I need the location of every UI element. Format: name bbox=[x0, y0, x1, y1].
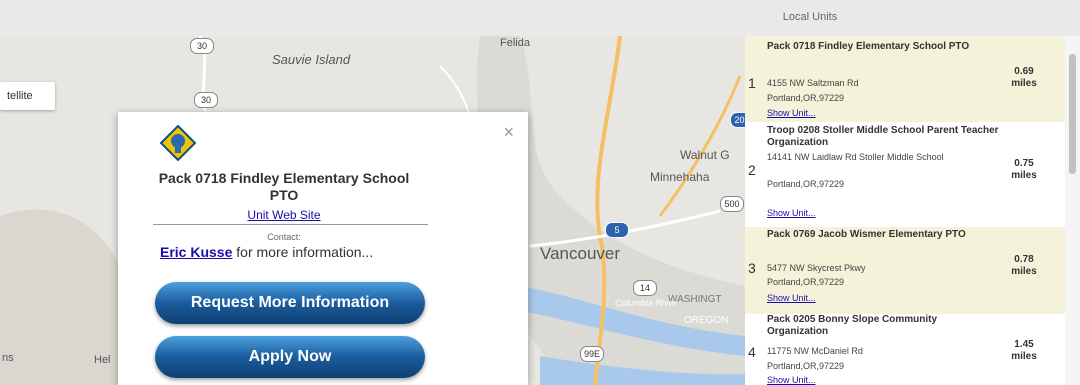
request-more-information-button[interactable]: Request More Information bbox=[155, 282, 425, 324]
route-shield-30: 30 bbox=[190, 38, 214, 54]
route-shield-99e: 99E bbox=[580, 346, 604, 362]
show-unit-link[interactable]: Show Unit... bbox=[767, 375, 816, 385]
popup-divider bbox=[153, 224, 428, 225]
unit-address: 4155 NW Saltzman Rd bbox=[767, 78, 859, 88]
interstate-205-shield: 205 bbox=[730, 112, 745, 128]
unit-city: Portland,OR,97229 bbox=[767, 179, 845, 189]
distance-unit: miles bbox=[1011, 351, 1037, 362]
contact-name-link[interactable]: Eric Kusse bbox=[160, 244, 232, 260]
unit-number: 1 bbox=[748, 75, 756, 91]
map-label-felida: Felida bbox=[500, 37, 530, 49]
unit-name: Pack 0205 Bonny Slope Community Organiza… bbox=[767, 314, 938, 337]
scrollbar-thumb[interactable] bbox=[1069, 54, 1076, 174]
unit-number: 2 bbox=[748, 162, 756, 178]
unit-list-item[interactable]: 1 Pack 0718 Findley Elementary School PT… bbox=[745, 36, 1065, 122]
unit-distance: 0.78 miles bbox=[1003, 254, 1045, 278]
map-label-oregon: OREGON bbox=[684, 315, 729, 326]
show-unit-link[interactable]: Show Unit... bbox=[767, 208, 816, 218]
results-header: Local Units bbox=[0, 0, 1080, 36]
map-label-left2: Hel bbox=[94, 354, 111, 366]
distance-unit: miles bbox=[1011, 170, 1037, 181]
map-label-columbia: Columbia River bbox=[615, 298, 677, 308]
popup-unit-name: Pack 0718 Findley Elementary School PTO bbox=[158, 170, 410, 203]
contact-label: Contact: bbox=[267, 232, 301, 242]
route-shield-500: 500 bbox=[720, 196, 744, 212]
unit-city: Portland,OR,97229 bbox=[767, 93, 845, 103]
show-unit-link[interactable]: Show Unit... bbox=[767, 108, 816, 118]
satellite-toggle[interactable]: tellite bbox=[0, 82, 55, 110]
unit-name: Pack 0718 Findley Elementary School PTO bbox=[767, 41, 970, 52]
distance-unit: miles bbox=[1011, 266, 1037, 277]
distance-value: 0.69 bbox=[1014, 66, 1034, 77]
unit-city: Portland,OR,97229 bbox=[767, 361, 845, 371]
unit-address: 11775 NW McDaniel Rd bbox=[767, 346, 863, 356]
unit-list-item[interactable]: 2 Troop 0208 Stoller Middle School Paren… bbox=[745, 122, 1065, 220]
map-label-walnut: Walnut G bbox=[680, 148, 730, 162]
show-unit-link[interactable]: Show Unit... bbox=[767, 293, 816, 303]
unit-number: 4 bbox=[748, 344, 756, 360]
map-label-vancouver: Vancouver bbox=[540, 244, 621, 263]
distance-value: 1.45 bbox=[1014, 339, 1034, 350]
distance-value: 0.78 bbox=[1014, 254, 1034, 265]
cub-scout-logo-icon bbox=[160, 125, 196, 161]
map-label-sauvie: Sauvie Island bbox=[272, 52, 351, 67]
route-shield-30-b: 30 bbox=[194, 92, 218, 108]
unit-city: Portland,OR,97229 bbox=[767, 277, 845, 287]
unit-number: 3 bbox=[748, 260, 756, 276]
route-shield-14: 14 bbox=[633, 280, 657, 296]
unit-address: 14141 NW Laidlaw Rd Stoller Middle Schoo… bbox=[767, 152, 944, 162]
unit-name: Troop 0208 Stoller Middle School Parent … bbox=[767, 125, 999, 148]
unit-address: 5477 NW Skycrest Pkwy bbox=[767, 263, 866, 273]
unit-distance: 1.45 miles bbox=[1003, 339, 1045, 363]
unit-name: Pack 0769 Jacob Wismer Elementary PTO bbox=[767, 229, 966, 240]
distance-value: 0.75 bbox=[1014, 158, 1034, 169]
map-label-minnehaha: Minnehaha bbox=[650, 170, 710, 184]
unit-distance: 0.69 miles bbox=[1003, 66, 1045, 90]
distance-unit: miles bbox=[1011, 78, 1037, 89]
results-title: Local Units bbox=[782, 11, 838, 23]
interstate-5-shield: 5 bbox=[605, 222, 629, 238]
map-label-left1: ns bbox=[2, 352, 14, 364]
scrollbar[interactable] bbox=[1065, 36, 1080, 385]
unit-web-site-link[interactable]: Unit Web Site bbox=[154, 208, 414, 222]
close-icon[interactable]: × bbox=[503, 122, 514, 143]
units-list: 1 Pack 0718 Findley Elementary School PT… bbox=[745, 36, 1065, 385]
unit-info-popup: × Pack 0718 Findley Elementary School PT… bbox=[118, 112, 528, 385]
contact-suffix: for more information... bbox=[232, 244, 374, 260]
unit-list-item[interactable]: 3 Pack 0769 Jacob Wismer Elementary PTO … bbox=[745, 227, 1065, 314]
unit-distance: 0.75 miles bbox=[1003, 158, 1045, 182]
unit-list-item[interactable]: 4 Pack 0205 Bonny Slope Community Organi… bbox=[745, 313, 1065, 385]
contact-line: Eric Kusse for more information... bbox=[160, 244, 373, 260]
apply-now-button[interactable]: Apply Now bbox=[155, 336, 425, 378]
